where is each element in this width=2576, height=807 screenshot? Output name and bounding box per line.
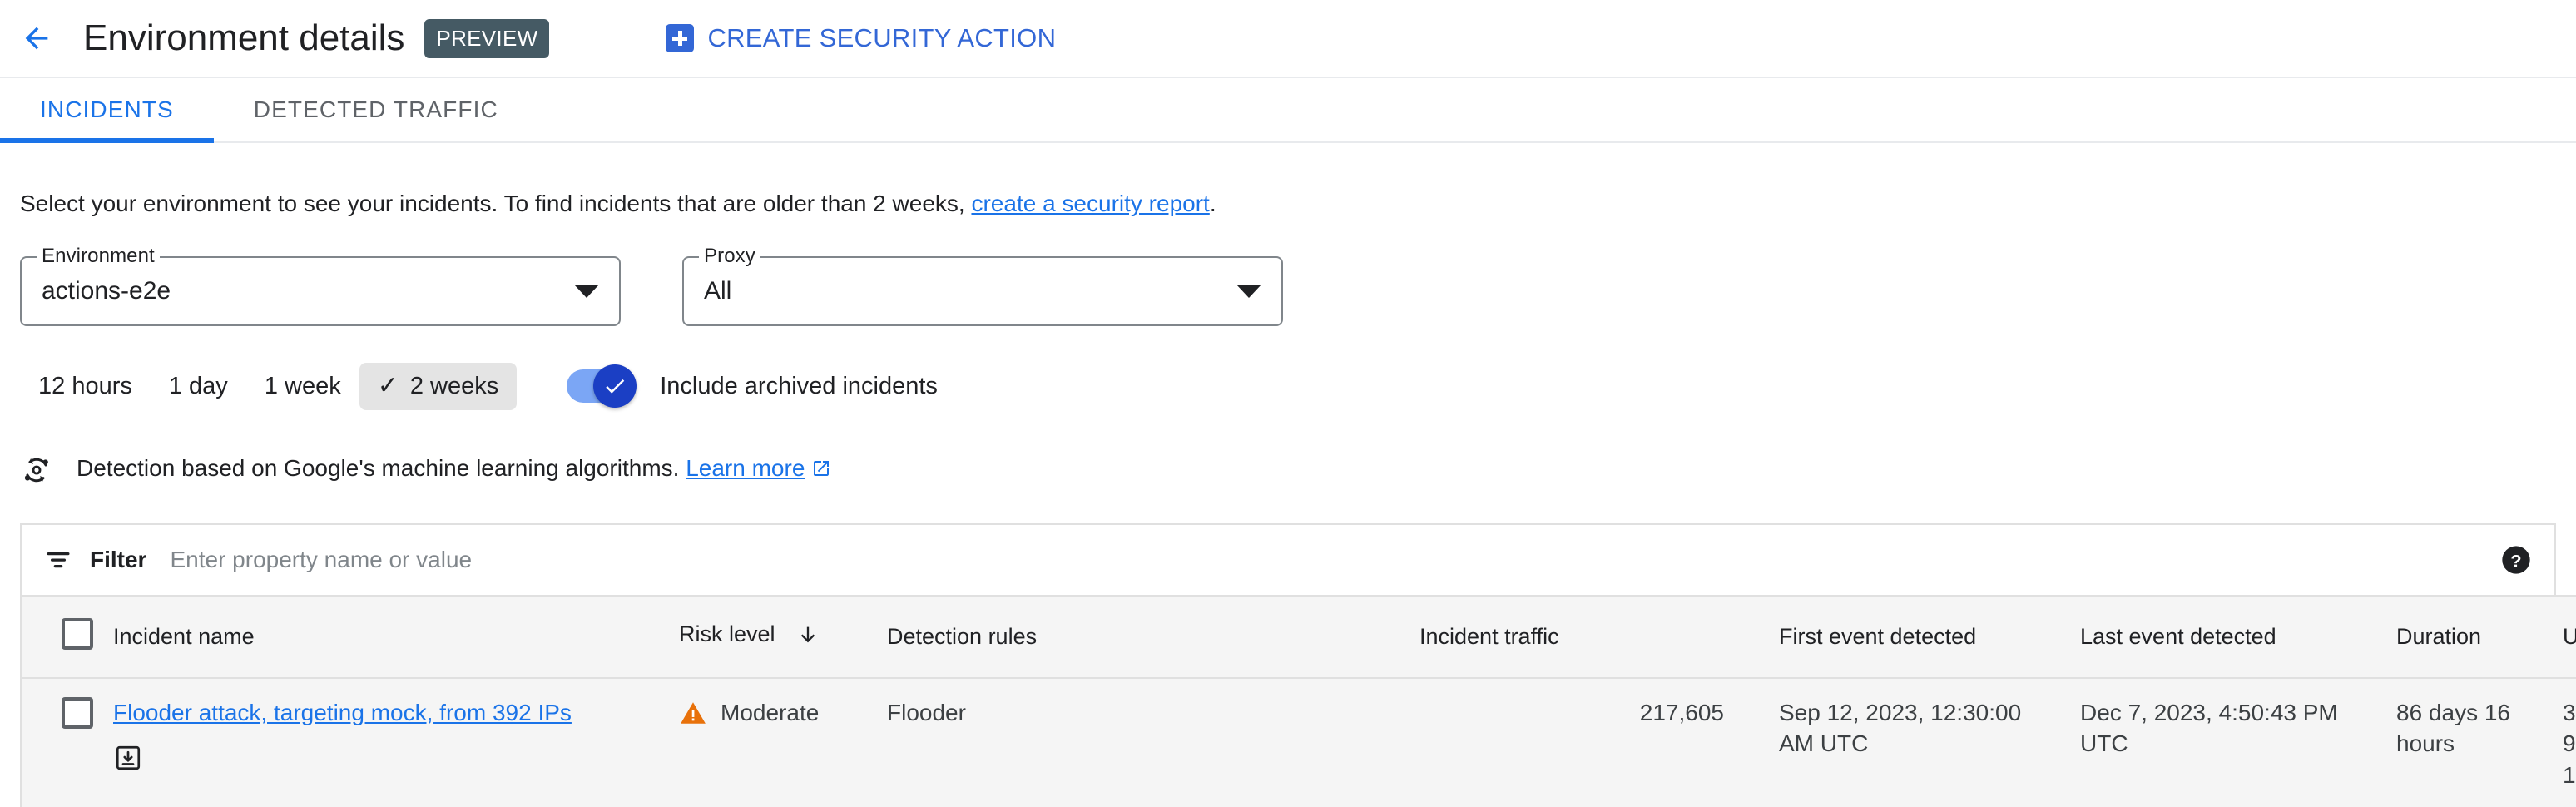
cell-duration: 86 days 16 hours xyxy=(2376,678,2543,807)
filter-label: Filter xyxy=(90,547,146,573)
ml-detection-text: Detection based on Google's machine lear… xyxy=(77,455,831,484)
page-header: Environment details PREVIEW CREATE SECUR… xyxy=(0,0,2576,77)
environment-select[interactable]: Environment actions-e2e xyxy=(20,256,621,326)
table-row[interactable]: Flooder attack, targeting mock, from 392… xyxy=(22,678,2576,807)
column-incident-name[interactable]: Incident name xyxy=(113,596,679,678)
time-range-1-week[interactable]: 1 week xyxy=(246,363,359,410)
time-range-1-week-label: 1 week xyxy=(265,373,341,400)
check-icon xyxy=(602,374,627,399)
plus-square-icon xyxy=(666,24,694,52)
time-range-2-weeks[interactable]: ✓ 2 weeks xyxy=(359,363,518,410)
select-all-checkbox[interactable] xyxy=(62,618,93,650)
environment-select-value: actions-e2e xyxy=(42,277,574,305)
create-security-action-label: CREATE SECURITY ACTION xyxy=(707,23,1056,53)
column-uuid[interactable]: UUID xyxy=(2543,596,2576,678)
check-icon: ✓ xyxy=(378,374,399,399)
filter-bar: Filter ? xyxy=(22,525,2554,595)
arrow-left-icon xyxy=(20,22,53,55)
toggle-track xyxy=(567,369,632,403)
chevron-down-icon xyxy=(574,285,599,298)
tab-detected-traffic[interactable]: DETECTED TRAFFIC xyxy=(214,78,538,141)
include-archived-incidents-toggle[interactable]: Include archived incidents xyxy=(567,369,938,403)
column-detection-rules[interactable]: Detection rules xyxy=(887,596,1419,678)
column-duration[interactable]: Duration xyxy=(2376,596,2543,678)
filter-icon[interactable] xyxy=(43,545,73,575)
time-range-1-day-label: 1 day xyxy=(169,373,228,400)
tab-bar: INCIDENTS DETECTED TRAFFIC xyxy=(0,77,2576,143)
proxy-select-value: All xyxy=(704,277,1236,305)
environment-select-label: Environment xyxy=(37,245,160,268)
create-security-action-button[interactable]: CREATE SECURITY ACTION xyxy=(666,23,1056,53)
learn-more-link[interactable]: Learn more xyxy=(686,455,805,481)
tab-incidents-label: INCIDENTS xyxy=(40,97,174,123)
incident-name-link[interactable]: Flooder attack, targeting mock, from 392… xyxy=(113,700,572,725)
warning-triangle-icon xyxy=(679,699,707,727)
ml-detection-sentence: Detection based on Google's machine lear… xyxy=(77,455,679,481)
cell-last-event-detected: Dec 7, 2023, 4:50:43 PM UTC xyxy=(2060,678,2376,807)
row-checkbox[interactable] xyxy=(62,697,93,729)
row-select-cell xyxy=(22,678,113,807)
risk-level-label: Moderate xyxy=(721,697,819,729)
time-range-1-day[interactable]: 1 day xyxy=(151,363,246,410)
arrow-down-icon xyxy=(796,623,820,652)
time-range-chips: 12 hours 1 day 1 week ✓ 2 weeks xyxy=(20,363,2556,410)
open-in-new-icon xyxy=(811,458,831,484)
tab-detected-traffic-label: DETECTED TRAFFIC xyxy=(254,97,498,123)
column-risk-level[interactable]: Risk level xyxy=(679,596,887,678)
column-risk-level-label: Risk level xyxy=(679,621,775,646)
column-incident-traffic[interactable]: Incident traffic xyxy=(1419,596,1744,678)
chevron-down-icon xyxy=(1236,285,1261,298)
cell-incident-name: Flooder attack, targeting mock, from 392… xyxy=(113,678,679,807)
proxy-select[interactable]: Proxy All xyxy=(682,256,1283,326)
column-last-event-detected[interactable]: Last event detected xyxy=(2060,596,2376,678)
page-title: Environment details xyxy=(83,17,404,59)
environment-details-page: Environment details PREVIEW CREATE SECUR… xyxy=(0,0,2576,807)
column-first-event-detected[interactable]: First event detected xyxy=(1744,596,2060,678)
filter-input[interactable] xyxy=(168,546,2499,574)
select-all-header xyxy=(22,596,113,678)
svg-text:?: ? xyxy=(2510,550,2521,571)
ml-model-icon xyxy=(20,453,53,487)
incidents-table: Incident name Risk level Detection rules… xyxy=(22,595,2576,807)
cell-risk-level: Moderate xyxy=(679,678,887,807)
include-archived-incidents-label: Include archived incidents xyxy=(660,373,938,400)
time-range-12-hours-label: 12 hours xyxy=(38,373,132,400)
time-range-12-hours[interactable]: 12 hours xyxy=(20,363,151,410)
description-text-after: . xyxy=(1210,191,1216,216)
filter-selects-row: Environment actions-e2e Proxy All xyxy=(20,256,2556,326)
page-description: Select your environment to see your inci… xyxy=(20,143,2556,218)
cell-uuid: 3c840e60-b949-4295-865f-61ec480faa42 xyxy=(2543,678,2576,807)
create-security-report-link[interactable]: create a security report xyxy=(971,191,1209,216)
cell-incident-traffic: 217,605 xyxy=(1419,678,1744,807)
help-circle-icon[interactable]: ? xyxy=(2499,543,2533,577)
proxy-select-label: Proxy xyxy=(699,245,760,268)
cell-detection-rules: Flooder xyxy=(887,678,1419,807)
cell-first-event-detected: Sep 12, 2023, 12:30:00 AM UTC xyxy=(1744,678,2060,807)
archive-download-icon[interactable] xyxy=(113,743,143,773)
page-body: Select your environment to see your inci… xyxy=(0,143,2576,807)
description-text: Select your environment to see your inci… xyxy=(20,191,965,216)
table-header-row: Incident name Risk level Detection rules… xyxy=(22,596,2576,678)
tab-incidents[interactable]: INCIDENTS xyxy=(0,78,214,141)
back-button[interactable] xyxy=(10,12,63,65)
time-range-2-weeks-label: 2 weeks xyxy=(410,373,498,400)
incidents-card: Filter ? Incident name xyxy=(20,523,2556,807)
ml-detection-note: Detection based on Google's machine lear… xyxy=(20,453,2556,487)
toggle-knob xyxy=(593,364,637,408)
preview-badge: PREVIEW xyxy=(424,19,549,58)
